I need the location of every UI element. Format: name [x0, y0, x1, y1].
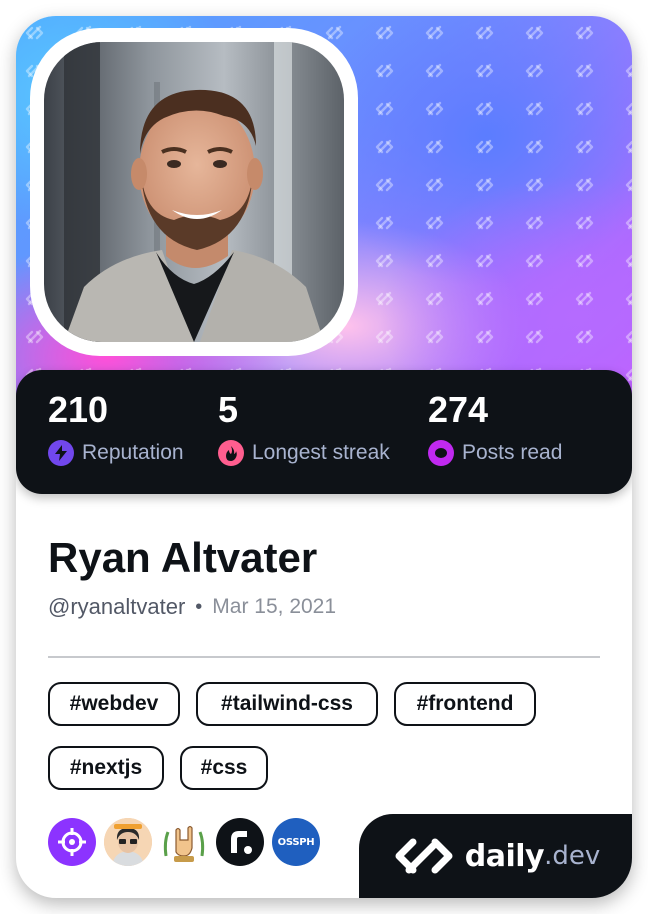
avatar-frame	[30, 28, 358, 356]
target-icon[interactable]	[48, 818, 96, 866]
stat-label: Posts read	[462, 441, 563, 464]
user-handle[interactable]: @ryanaltvater	[48, 594, 185, 620]
r-logo-icon[interactable]	[216, 818, 264, 866]
profile-photo	[44, 42, 344, 342]
rock-hand-icon[interactable]	[160, 818, 208, 866]
lightning-icon	[48, 440, 74, 466]
stat-label: Reputation	[82, 441, 184, 464]
brand-name: daily	[464, 838, 545, 874]
avatar-icon[interactable]	[104, 818, 152, 866]
tag-chip[interactable]: #tailwind-css	[196, 682, 378, 726]
flame-icon	[218, 440, 244, 466]
stat-longest-streak: 5 Longest streak	[218, 388, 390, 468]
stats-bar: 210 Reputation 5 Longest streak 274 Post…	[16, 370, 632, 494]
join-date: Mar 15, 2021	[212, 595, 337, 618]
stat-value: 210	[48, 389, 109, 430]
brand-footer: daily .dev	[359, 814, 632, 898]
profile-card: 210 Reputation 5 Longest streak 274 Post…	[16, 16, 632, 898]
divider	[48, 656, 600, 658]
tag-chip[interactable]: #nextjs	[48, 746, 164, 790]
tag-chip[interactable]: #frontend	[394, 682, 536, 726]
daily-dev-logo-icon	[395, 838, 453, 874]
tag-chip[interactable]: #webdev	[48, 682, 180, 726]
stat-label: Longest streak	[252, 441, 390, 464]
stat-reputation: 210 Reputation	[48, 388, 184, 468]
stat-value: 5	[218, 389, 239, 430]
separator-dot: •	[195, 595, 203, 618]
user-name: Ryan Altvater	[48, 534, 318, 581]
brand-tld: .dev	[544, 841, 601, 871]
tag-chip[interactable]: #css	[180, 746, 268, 790]
cover-background	[16, 16, 632, 396]
stat-posts-read: 274 Posts read	[428, 388, 562, 468]
ossph-icon[interactable]: OSSPH	[272, 818, 320, 866]
ossph-label: OSSPH	[277, 836, 315, 848]
user-meta: @ryanaltvater • Mar 15, 2021	[48, 594, 336, 620]
eye-ring-icon	[428, 440, 454, 466]
stat-value: 274	[428, 389, 489, 430]
